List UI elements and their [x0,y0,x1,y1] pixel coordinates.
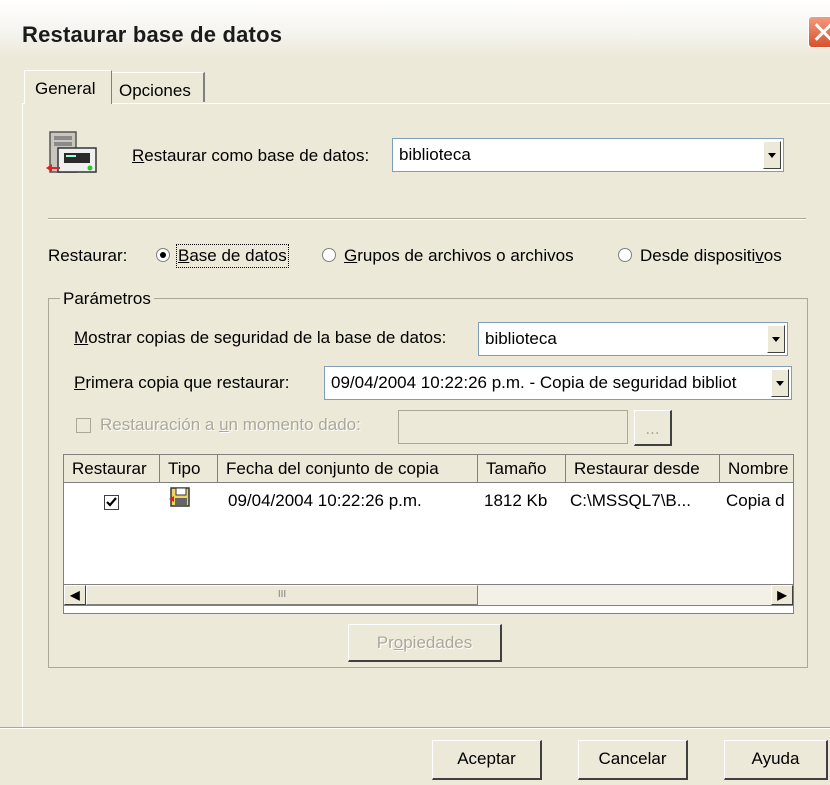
table-header: Restaurar Tipo Fecha del conjunto de cop… [64,455,793,483]
cancel-button[interactable]: Cancelar [578,740,688,780]
close-button[interactable] [808,16,830,48]
chevron-down-icon[interactable] [763,141,781,169]
ok-label: Aceptar [457,749,516,768]
restore-as-label-text: estaurar como base de datos: [144,146,370,165]
point-in-time-browse-button[interactable]: ... [634,410,672,446]
horizontal-scrollbar[interactable]: ◀ III ▶ [63,584,794,606]
column-header-date[interactable]: Fecha del conjunto de copia [218,455,478,483]
radio-database[interactable] [156,248,170,262]
row-name: Copia d [726,491,785,510]
browse-label: ... [645,419,660,438]
show-backups-accel: M [74,328,89,347]
restore-type-label: Restaurar: [48,246,128,265]
scroll-left-icon[interactable]: ◀ [64,585,86,605]
radio-database-text: ase de datos [189,246,287,265]
row-restore-checkbox[interactable] [104,495,119,510]
show-backups-label: Mostrar copias de seguridad de la base d… [74,328,446,348]
first-backup-text: rimera copia que restaurar: [85,373,290,392]
show-backups-value: biblioteca [485,329,557,348]
tab-general-label: General [35,79,96,98]
first-backup-label: Primera copia que restaurar: [74,373,289,393]
point-in-time-checkbox[interactable] [76,418,91,433]
window-title: Restaurar base de datos [22,22,283,47]
chevron-down-icon[interactable] [771,369,789,397]
radio-filegroups-accel: G [344,246,358,265]
restore-as-label: Restaurar como base de datos: [132,146,369,166]
footer-separator [0,727,830,729]
row-restore-from: C:\MSSQL7\B... [570,491,691,510]
properties-accel: o [393,633,404,652]
first-backup-accel: P [74,373,86,392]
radio-devices-text-post: os [763,246,782,265]
restore-as-value: biblioteca [399,145,471,164]
restore-as-accel: R [132,146,145,165]
show-backups-combo[interactable]: biblioteca [478,322,788,356]
parameters-group-title: Parámetros [60,289,154,309]
properties-text-pre: Pr [376,633,394,652]
title-bar[interactable]: Restaurar base de datos [0,0,830,58]
cancel-label: Cancelar [598,749,667,768]
scrollbar-grip: III [277,589,287,600]
help-label: Ayuda [751,749,800,768]
column-header-restore[interactable]: Restaurar [64,455,160,483]
tab-opciones[interactable]: Opciones [111,72,205,102]
scrollbar-thumb[interactable]: III [86,585,478,605]
radio-devices-accel: v [755,246,764,265]
radio-devices-text-pre: Desde dispositi [640,246,756,265]
properties-text-post: piedades [403,633,473,652]
check-icon [106,497,117,507]
point-in-time-text-post: n momento dado: [228,415,361,434]
restore-as-combo[interactable]: biblioteca [392,138,784,172]
ok-button[interactable]: Aceptar [432,740,542,780]
tab-general[interactable]: General [24,70,112,104]
radio-filegroups-label[interactable]: Grupos de archivos o archivos [344,246,574,266]
show-backups-text: ostrar copias de seguridad de la base de… [88,328,447,347]
radio-database-accel: B [178,246,190,265]
row-date: 09/04/2004 10:22:26 p.m. [228,491,422,510]
restore-database-icon [46,131,97,173]
first-backup-value: 09/04/2004 10:22:26 p.m. - Copia de segu… [331,373,737,392]
chevron-down-icon[interactable] [767,325,785,353]
point-in-time-label: Restauración a un momento dado: [100,415,361,435]
tab-opciones-label: Opciones [119,81,191,100]
radio-filegroups-text: rupos de archivos o archivos [357,246,574,265]
column-header-size[interactable]: Tamaño [478,455,566,483]
radio-filegroups[interactable] [322,248,336,262]
radio-database-label[interactable]: Base de datos [176,244,289,268]
point-in-time-input[interactable] [398,410,628,444]
separator [48,218,806,220]
first-backup-combo[interactable]: 09/04/2004 10:22:26 p.m. - Copia de segu… [324,366,792,400]
dialog-window: Restaurar base de datos Opciones General… [0,0,830,785]
point-in-time-text-pre: Restauración a [100,415,220,434]
point-in-time-accel: u [219,415,229,434]
radio-devices-label[interactable]: Desde dispositivos [640,246,782,266]
column-header-type[interactable]: Tipo [160,455,218,483]
full-backup-icon [169,487,190,507]
properties-button[interactable]: Propiedades [348,624,502,662]
scroll-right-icon[interactable]: ▶ [771,585,793,605]
column-header-name[interactable]: Nombre [720,455,793,483]
column-header-restore-from[interactable]: Restaurar desde [566,455,720,483]
row-size: 1812 Kb [484,491,548,510]
radio-devices[interactable] [618,248,632,262]
help-button[interactable]: Ayuda [724,740,828,780]
